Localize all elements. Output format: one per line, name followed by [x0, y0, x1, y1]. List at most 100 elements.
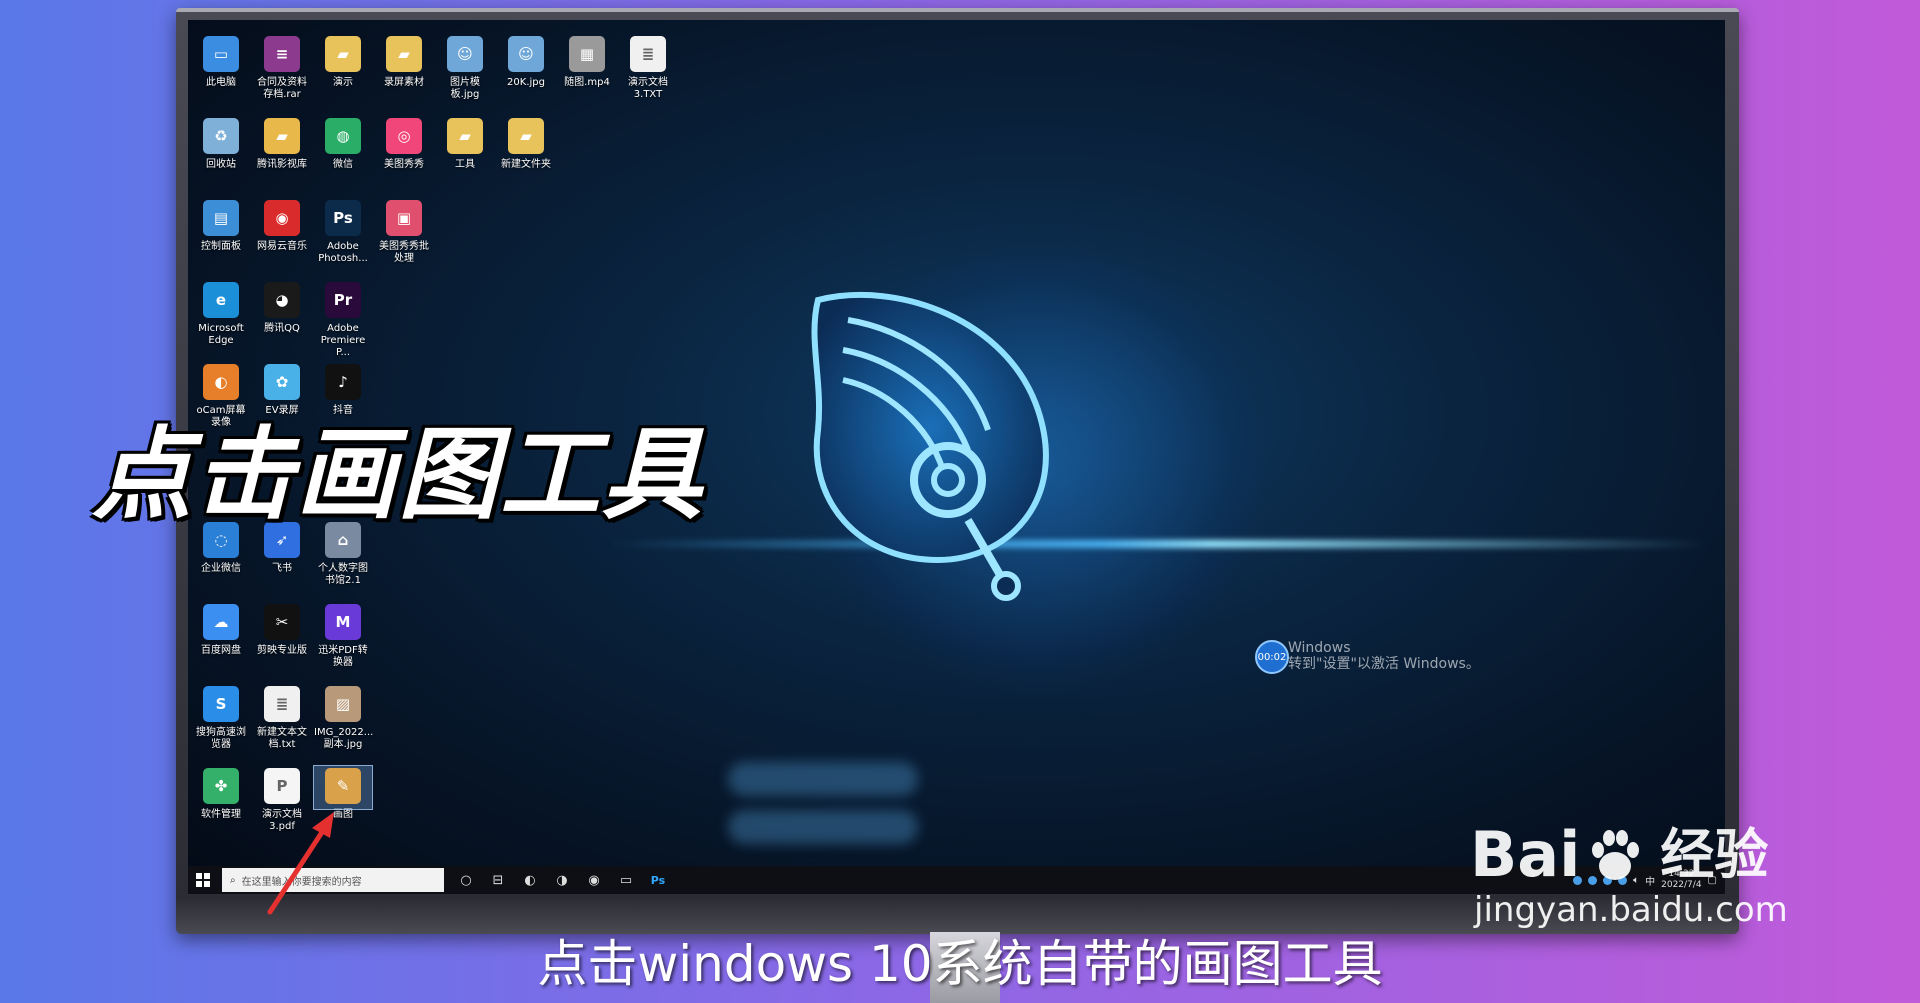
recording-timer: 00:02 [1255, 640, 1289, 674]
desktop-icon-label: 演示文档3.TXT [628, 77, 668, 100]
brand-text-bai: Bai [1470, 818, 1581, 891]
desktop-icon[interactable]: ▰ 工具 [436, 116, 494, 171]
desktop-icon-label: 美图秀秀 [384, 159, 424, 170]
icon-frame: Ps [314, 198, 372, 241]
task-view-icon[interactable]: ○ [450, 866, 482, 894]
icon-frame: ♻ [192, 116, 250, 159]
windows-logo-icon [196, 873, 210, 887]
desktop-icon-label: Microsoft Edge [198, 323, 244, 346]
icon-frame: ◐ [192, 362, 250, 405]
activation-hint: 转到"设置"以激活 Windows。 [1288, 656, 1480, 672]
icon-frame: ◉ [253, 198, 311, 241]
icon-frame: ◍ [314, 116, 372, 159]
desktop-icon[interactable]: ✂ 剪映专业版 [253, 602, 311, 657]
desktop-icon[interactable]: ✤ 软件管理 [192, 766, 250, 821]
desktop-icon[interactable]: M 迅米PDF转换器 [314, 602, 372, 669]
desktop-icon-label: 演示 [333, 77, 353, 88]
desktop-icon-label: 合同及资料存档.rar [257, 77, 307, 100]
desktop-icon[interactable]: ☺ 图片模板.jpg [436, 34, 494, 101]
desktop-icon[interactable]: Pr Adobe Premiere P... [314, 280, 372, 359]
icon-frame: P [253, 766, 311, 809]
icon-frame: ◕ [253, 280, 311, 323]
desktop-icon[interactable]: ☁ 百度网盘 [192, 602, 250, 657]
desktop-icon[interactable]: e Microsoft Edge [192, 280, 250, 347]
desktop-icon[interactable]: ≣ 新建文本文档.txt [253, 684, 311, 751]
icon-frame: ♪ [314, 362, 372, 405]
desktop-icon[interactable]: ◎ 美图秀秀 [375, 116, 433, 171]
tutorial-caption: 点击画图工具 [92, 416, 704, 533]
icon-frame: ▨ [314, 684, 372, 727]
desktop-icon-label: 腾讯QQ [264, 323, 300, 334]
wechat-icon: ◍ [325, 118, 361, 154]
desktop-icon-label: 此电脑 [206, 77, 236, 88]
red-arrow-pointer-icon [267, 812, 334, 915]
icon-frame: ▭ [192, 34, 250, 77]
desktop-icon[interactable]: ◍ 微信 [314, 116, 372, 171]
icon-frame: ✂ [253, 602, 311, 645]
text-file-icon: ≣ [264, 686, 300, 722]
control-panel-icon: ▤ [203, 200, 239, 236]
desktop-icon[interactable]: ▦ 随图.mp4 [558, 34, 616, 89]
icon-frame: ▣ [375, 198, 433, 241]
desktop-icon-label: 20K.jpg [507, 77, 545, 88]
folder-icon: ▰ [447, 118, 483, 154]
desktop-icon[interactable]: ✿ EV录屏 [253, 362, 311, 417]
desktop-icon[interactable]: ◕ 腾讯QQ [253, 280, 311, 335]
icon-frame: ≣ [253, 684, 311, 727]
desktop-icon[interactable]: ♪ 抖音 [314, 362, 372, 417]
computer-icon: ▭ [203, 36, 239, 72]
desktop-icon[interactable]: ▤ 控制面板 [192, 198, 250, 253]
icon-frame: ▦ [558, 34, 616, 77]
desktop-icon-label: 飞书 [272, 563, 292, 574]
desktop-icon[interactable]: ≣ 演示文档3.TXT [619, 34, 677, 101]
desktop-icon[interactable]: ♻ 回收站 [192, 116, 250, 171]
image-icon: ▨ [325, 686, 361, 722]
desktop-icon[interactable]: ▰ 演示 [314, 34, 372, 89]
windows-activation-watermark: Windows 转到"设置"以激活 Windows。 [1288, 640, 1480, 672]
jianying-icon: ✂ [264, 604, 300, 640]
browser-taskbar-icon[interactable]: ◉ [578, 866, 610, 894]
folder-icon: ▰ [325, 36, 361, 72]
icon-frame: ✤ [192, 766, 250, 809]
premiere-icon: Pr [325, 282, 361, 318]
photoshop-taskbar-icon[interactable]: Ps [642, 866, 674, 894]
folder-icon: ▰ [508, 118, 544, 154]
recycle-bin-icon: ♻ [203, 118, 239, 154]
desktop-icon-label: 腾讯影视库 [257, 159, 307, 170]
desktop-icon-label: 企业微信 [201, 563, 241, 574]
ocam-icon: ◐ [203, 364, 239, 400]
monitor-top-edge [176, 8, 1739, 12]
desktop-icon-label: 回收站 [206, 159, 236, 170]
desktop-icon[interactable]: ▰ 腾讯影视库 [253, 116, 311, 171]
desktop-icon[interactable]: Ps Adobe Photosh... [314, 198, 372, 265]
desktop-icon[interactable]: ▭ 此电脑 [192, 34, 250, 89]
desktop-icon[interactable]: S 搜狗高速浏览器 [192, 684, 250, 751]
desktop-icon[interactable]: ▣ 美图秀秀批处理 [375, 198, 433, 265]
ev-recorder-icon: ✿ [264, 364, 300, 400]
icon-frame: M [314, 602, 372, 645]
taskbar-apps: ○ ⊟ ◐ ◑ ◉ ▭ Ps [450, 866, 674, 894]
file-explorer-icon[interactable]: ▭ [610, 866, 642, 894]
desktop-icon-label: 工具 [455, 159, 475, 170]
icon-frame: ☺ [436, 34, 494, 77]
folder-icon: ▰ [386, 36, 422, 72]
image-icon: ☺ [508, 36, 544, 72]
desktop-icon[interactable]: ≡ 合同及资料存档.rar [253, 34, 311, 101]
sogou-taskbar-icon[interactable]: ◐ [514, 866, 546, 894]
edge-icon: e [203, 282, 239, 318]
icon-frame: ▤ [192, 198, 250, 241]
desktop-icon[interactable]: ▨ IMG_2022...副本.jpg [314, 684, 373, 751]
desktop-icon-label: 图片模板.jpg [450, 77, 480, 100]
search-icon: ⌕ [230, 874, 236, 886]
desktop-icon-label: 随图.mp4 [564, 77, 610, 88]
edge-taskbar-icon[interactable]: ◑ [546, 866, 578, 894]
desktop-icon[interactable]: ☺ 20K.jpg [497, 34, 555, 89]
paint-icon: ✎ [325, 768, 361, 804]
multitask-icon[interactable]: ⊟ [482, 866, 514, 894]
start-button[interactable] [188, 866, 218, 894]
desktop-icon[interactable]: ◉ 网易云音乐 [253, 198, 311, 253]
netease-music-icon: ◉ [264, 200, 300, 236]
desktop-icon[interactable]: ▰ 录屏素材 [375, 34, 433, 89]
winrar-icon: ≡ [264, 36, 300, 72]
desktop-icon[interactable]: ▰ 新建文件夹 [497, 116, 555, 171]
